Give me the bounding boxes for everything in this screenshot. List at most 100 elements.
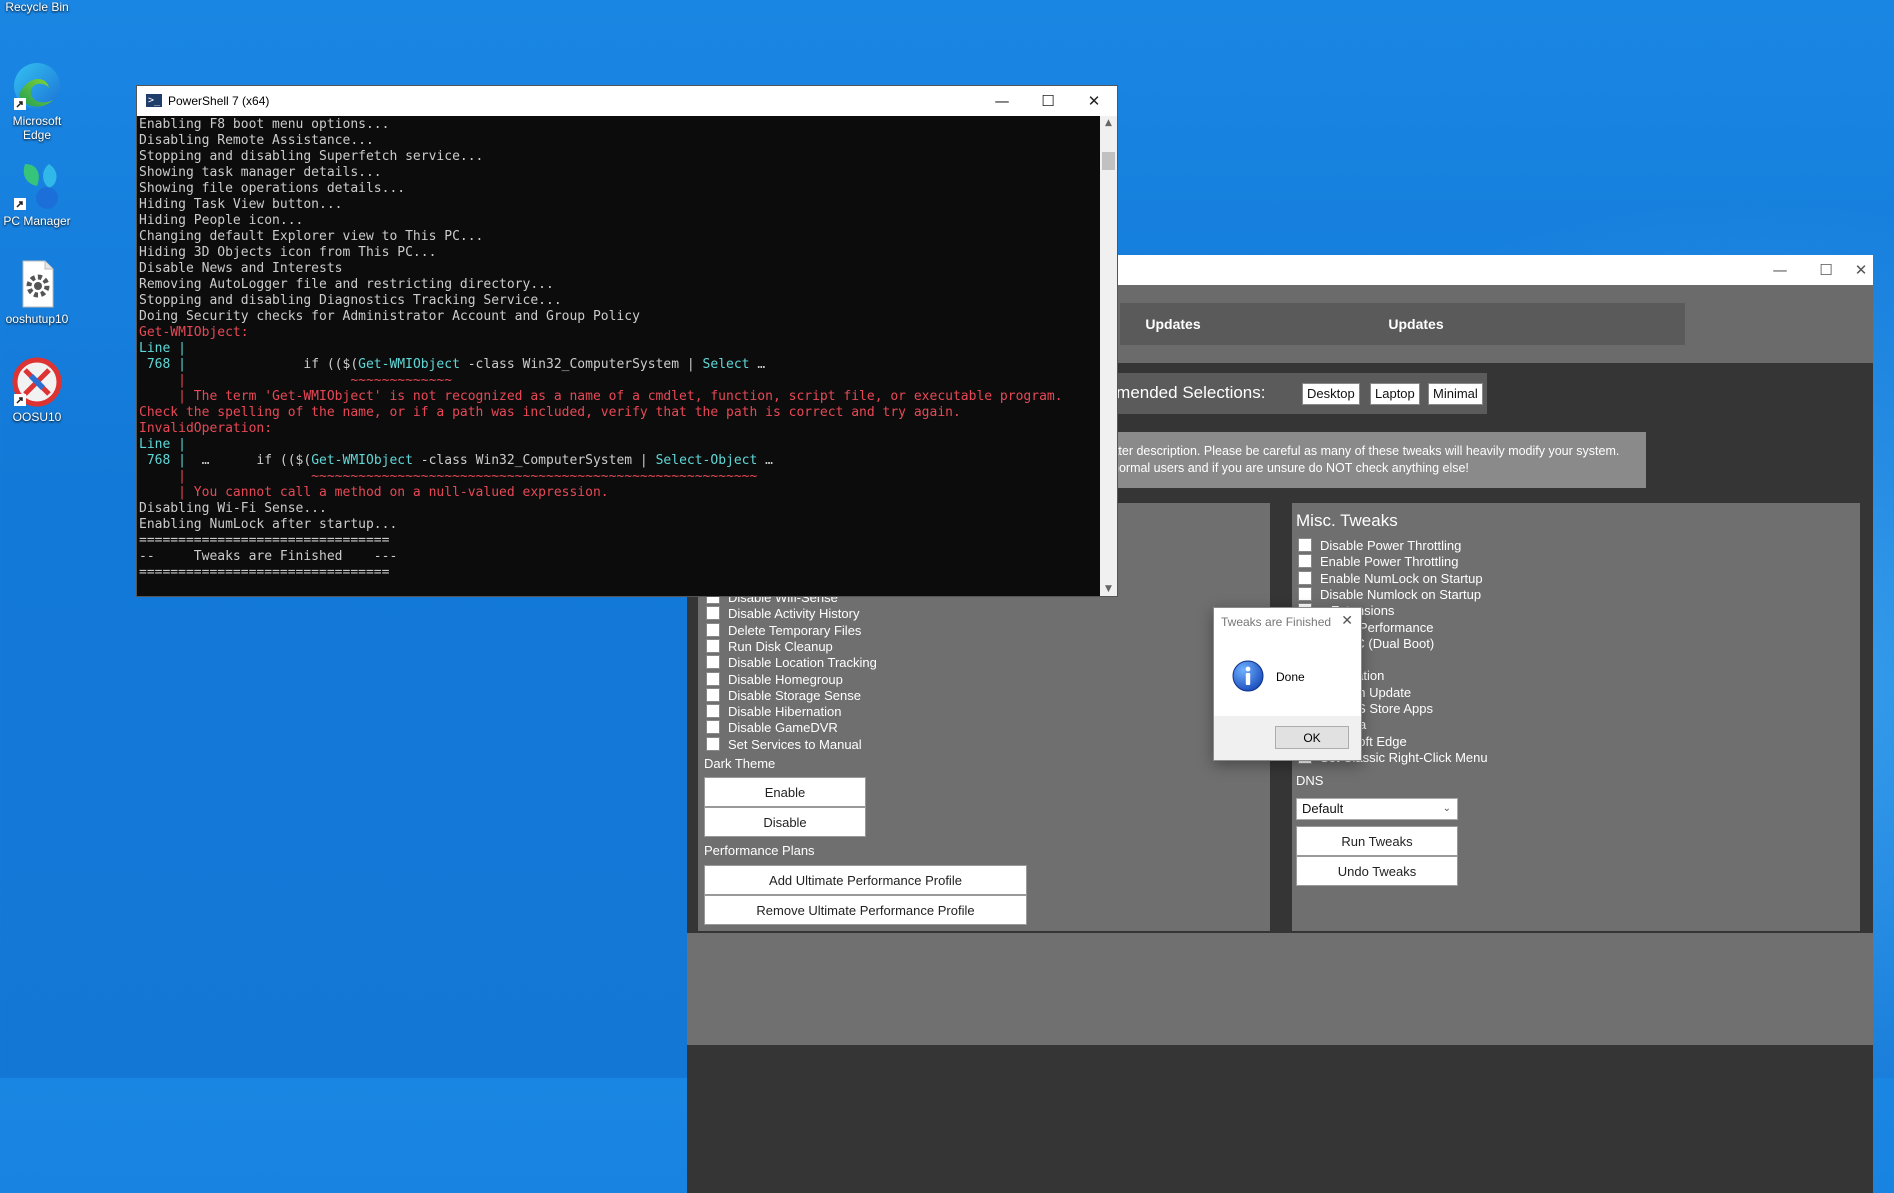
checkbox[interactable]: [706, 655, 720, 670]
scroll-thumb[interactable]: [1102, 152, 1115, 170]
run-tweaks-button[interactable]: Run Tweaks: [1296, 826, 1458, 856]
desktop-icon-microsoft-edge[interactable]: Microsoft Edge: [0, 60, 74, 142]
console-line: 768 | if (($(Get-WMIObject -class Win32_…: [139, 357, 766, 372]
checkbox-row[interactable]: Disable Homegroup: [706, 671, 843, 687]
undo-tweaks-button[interactable]: Undo Tweaks: [1296, 856, 1458, 886]
powershell-minimize-button[interactable]: —: [979, 86, 1025, 116]
desktop-icon-pc-manager[interactable]: PC Manager: [0, 160, 74, 228]
desktop-icon-recycle-bin[interactable]: Recycle Bin: [0, 0, 74, 14]
updates-tab[interactable]: Updates: [1120, 303, 1226, 345]
chevron-down-icon: ⌄: [1442, 803, 1451, 814]
console-line: Changing default Explorer view to This P…: [139, 229, 484, 244]
powershell-titlebar[interactable]: >_ PowerShell 7 (x64) — ☐ ✕: [137, 86, 1117, 116]
checkbox[interactable]: [1298, 570, 1312, 585]
checkbox-row[interactable]: Disable Power Throttling: [1298, 538, 1461, 553]
console-line: Check the spelling of the name, or if a …: [139, 405, 961, 420]
maximize-button[interactable]: ☐: [1803, 255, 1849, 285]
info-icon: [1232, 660, 1264, 695]
checkbox-row[interactable]: Disable Numlock on Startup: [1298, 586, 1482, 602]
checkbox-row[interactable]: Disable Hibernation: [706, 704, 841, 719]
checkbox-label: Enable NumLock on Startup: [1320, 570, 1483, 586]
edge-label: Microsoft Edge: [12, 114, 62, 142]
console-line: Stopping and disabling Diagnostics Track…: [139, 293, 562, 308]
console-line: Showing file operations details...: [139, 181, 406, 196]
settings-file-icon: [11, 258, 63, 310]
console-line: InvalidOperation:: [139, 421, 273, 436]
console-line: | You cannot call a method on a null-val…: [139, 485, 609, 500]
performance-plans-label: Performance Plans: [704, 843, 815, 858]
console-line: Enabling NumLock after startup...: [139, 517, 398, 532]
console-line: Hiding 3D Objects icon from This PC...: [139, 245, 437, 260]
tab-updates[interactable]: Updates: [1147, 303, 1685, 345]
checkbox-row[interactable]: Disable Activity History: [706, 606, 859, 621]
checkbox-row[interactable]: Delete Temporary Files: [706, 622, 861, 638]
pc-manager-label: PC Manager: [3, 214, 71, 228]
checkbox-label: Disable Activity History: [728, 606, 860, 622]
scroll-up-arrow-icon[interactable]: ▲: [1100, 118, 1117, 128]
dialog-title: Tweaks are Finished: [1221, 615, 1332, 629]
dns-select[interactable]: Default ⌄: [1296, 798, 1458, 820]
checkbox[interactable]: [706, 606, 720, 621]
powershell-maximize-button[interactable]: ☐: [1025, 86, 1071, 116]
console-line: ================================: [139, 565, 390, 580]
console-line: Get-WMIObject:: [139, 325, 249, 340]
ooshutup10-label: ooshutup10: [5, 312, 69, 326]
checkbox-row[interactable]: Disable Storage Sense: [706, 687, 861, 703]
console-line: | The term 'Get-WMIObject' is not recogn…: [139, 389, 1063, 404]
console-line: Hiding Task View button...: [139, 197, 343, 212]
checkbox[interactable]: [706, 638, 720, 653]
desktop-icon-oosu10[interactable]: OOSU10: [0, 356, 74, 424]
recommended-label: mmended Selections:: [1102, 383, 1266, 402]
tweaks-finished-dialog: Tweaks are Finished ✕ Done OK: [1213, 607, 1362, 761]
pc-manager-icon: [11, 160, 63, 212]
console-output[interactable]: Enabling F8 boot menu options... Disablin…: [139, 117, 1099, 595]
checkbox[interactable]: [706, 671, 720, 686]
dark-theme-enable-button[interactable]: Enable: [704, 777, 866, 807]
remove-ultimate-performance-button[interactable]: Remove Ultimate Performance Profile: [704, 895, 1027, 925]
checkbox-label: Disable Storage Sense: [728, 687, 861, 703]
checkbox-row[interactable]: Disable Location Tracking: [706, 655, 877, 670]
console-scrollbar[interactable]: ▲ ▼: [1100, 116, 1117, 596]
console-line: | ~~~~~~~~~~~~~~~~~~~~~~~~~~~~~~~~~~~~~~…: [139, 469, 758, 484]
checkbox[interactable]: [706, 687, 720, 702]
desktop-icon-ooshutup10[interactable]: ooshutup10: [0, 258, 74, 326]
description-box: [1080, 432, 1646, 488]
recommended-desktop-button[interactable]: Desktop: [1302, 383, 1360, 405]
close-button[interactable]: ✕: [1849, 255, 1873, 285]
edge-icon: [11, 60, 63, 112]
recycle-bin-label: Recycle Bin: [5, 0, 69, 14]
checkbox-row[interactable]: Set Services to Manual: [706, 736, 862, 752]
powershell-icon: >_: [146, 94, 162, 107]
checkbox-row[interactable]: Enable Power Throttling: [1298, 554, 1459, 569]
minimize-button[interactable]: —: [1757, 255, 1803, 285]
checkbox-row[interactable]: Enable NumLock on Startup: [1298, 570, 1483, 586]
recommended-laptop-button[interactable]: Laptop: [1370, 383, 1420, 405]
powershell-title: PowerShell 7 (x64): [168, 94, 270, 108]
checkbox-row[interactable]: Disable GameDVR: [706, 720, 838, 735]
dialog-ok-button[interactable]: OK: [1275, 726, 1349, 749]
checkbox-label: Disable Hibernation: [728, 704, 842, 720]
checkbox[interactable]: [706, 622, 720, 637]
checkbox[interactable]: [706, 736, 720, 751]
checkbox-label: Enable Power Throttling: [1320, 554, 1459, 570]
checkbox-row[interactable]: Run Disk Cleanup: [706, 638, 833, 654]
dark-theme-disable-button[interactable]: Disable: [704, 807, 866, 837]
powershell-close-button[interactable]: ✕: [1071, 86, 1117, 116]
console-line: 768 | … if (($(Get-WMIObject -class Win3…: [139, 453, 773, 468]
checkbox[interactable]: [706, 720, 720, 735]
checkbox[interactable]: [1298, 586, 1312, 601]
console-line: ================================: [139, 533, 390, 548]
checkbox-label: Disable Numlock on Startup: [1320, 586, 1482, 602]
checkbox[interactable]: [1298, 538, 1312, 552]
checkbox-label: Disable GameDVR: [728, 720, 838, 736]
dialog-message: Done: [1276, 670, 1305, 684]
checkbox-label: Set Services to Manual: [728, 736, 862, 752]
checkbox-label: Run Disk Cleanup: [728, 638, 833, 654]
console-line: Showing task manager details...: [139, 165, 382, 180]
checkbox[interactable]: [706, 704, 720, 719]
dialog-close-icon[interactable]: ✕: [1341, 612, 1353, 629]
checkbox[interactable]: [1298, 554, 1312, 569]
scroll-down-arrow-icon[interactable]: ▼: [1100, 584, 1117, 594]
recommended-minimal-button[interactable]: Minimal: [1428, 383, 1483, 405]
add-ultimate-performance-button[interactable]: Add Ultimate Performance Profile: [704, 865, 1027, 895]
